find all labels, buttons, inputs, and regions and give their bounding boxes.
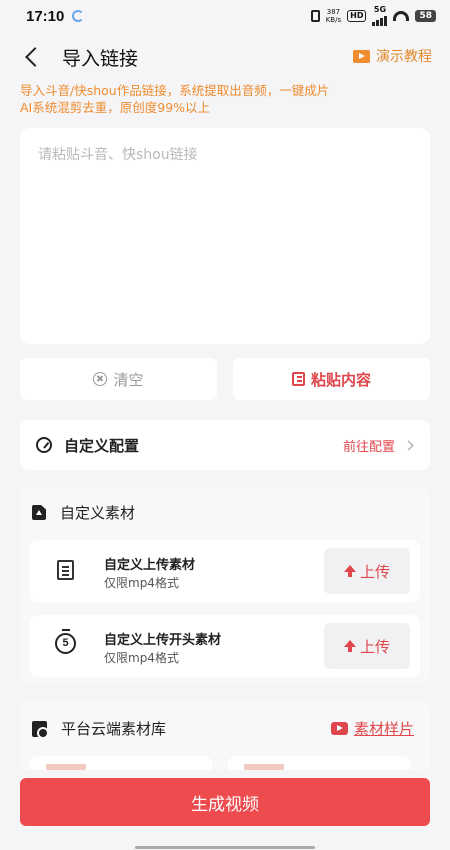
- library-item-thumbnail[interactable]: [228, 756, 410, 770]
- wifi-icon: [393, 11, 410, 21]
- tv-play-icon: [353, 49, 370, 63]
- header: 导入链接 演示教程: [0, 36, 450, 78]
- cloud-library-header: 平台云端素材库: [32, 718, 166, 739]
- go-config-link[interactable]: 前往配置: [342, 436, 414, 455]
- upload-material-row: 自定义上传素材 仅限mp4格式 上传: [30, 540, 420, 602]
- custom-config-row[interactable]: 自定义配置 前往配置: [20, 420, 430, 470]
- vibrate-icon: [310, 10, 320, 22]
- notice-line-1: 导入斗音/快shou作品链接，系统提取出音频，一键成片: [20, 83, 330, 98]
- demo-tutorial-label: 演示教程: [376, 49, 432, 65]
- demo-tutorial-link[interactable]: 演示教程: [353, 46, 432, 66]
- upload-arrow-icon: [343, 640, 356, 652]
- upload-label: 上传: [359, 562, 390, 581]
- gauge-icon: [36, 437, 52, 453]
- sample-video-link[interactable]: 素材样片: [330, 718, 414, 739]
- home-indicator[interactable]: [135, 846, 315, 849]
- sync-ring-icon: [72, 10, 85, 22]
- battery-icon: 58: [415, 10, 436, 22]
- sample-video-label: 素材样片: [353, 720, 414, 738]
- custom-config-label: 自定义配置: [64, 436, 140, 455]
- upload-label: 上传: [359, 637, 390, 656]
- network-speed: 387 KB/s: [326, 8, 341, 24]
- custom-material-section: 自定义素材 自定义上传素材 仅限mp4格式 上传 5 自定义上传开头素材 仅限m…: [20, 488, 430, 684]
- upload-opening-row: 5 自定义上传开头素材 仅限mp4格式 上传: [30, 615, 420, 677]
- paste-button[interactable]: 粘贴内容: [233, 358, 430, 400]
- status-time: 17:10: [26, 7, 65, 25]
- library-item-thumbnail[interactable]: [30, 756, 212, 770]
- back-button[interactable]: [18, 42, 48, 72]
- network-speed-value: 387: [326, 8, 341, 16]
- cloud-library-icon: [32, 720, 49, 739]
- upload-material-format: 仅限mp4格式: [104, 576, 179, 590]
- timer-5-icon: 5: [55, 629, 76, 654]
- upload-material-button[interactable]: 上传: [324, 548, 410, 594]
- clear-circle-icon: [93, 372, 108, 386]
- network-speed-unit: KB/s: [325, 16, 342, 24]
- paste-icon: [291, 372, 305, 386]
- hd-badge: HD: [347, 10, 367, 22]
- notice-text: 导入斗音/快shou作品链接，系统提取出音频，一键成片 AI系统混剪去重，原创度…: [20, 82, 430, 116]
- clear-button[interactable]: 清空: [20, 358, 217, 400]
- upload-opening-button[interactable]: 上传: [324, 623, 410, 669]
- upload-arrow-icon: [343, 565, 356, 577]
- custom-material-header: 自定义素材: [32, 502, 135, 523]
- status-indicators: 387 KB/s HD 5G 58: [310, 5, 436, 26]
- document-icon: [57, 560, 74, 580]
- notice-line-2: AI系统混剪去重，原创度99%以上: [20, 100, 211, 115]
- generate-video-button[interactable]: 生成视频: [20, 778, 430, 826]
- cloud-library-section: 平台云端素材库 素材样片: [20, 700, 430, 770]
- upload-opening-format: 仅限mp4格式: [104, 651, 179, 665]
- network-type: 5G: [372, 5, 388, 26]
- upload-opening-title: 自定义上传开头素材: [104, 633, 222, 648]
- chevron-right-icon: [403, 440, 414, 450]
- paste-label: 粘贴内容: [310, 370, 371, 389]
- upload-material-title: 自定义上传素材: [104, 558, 196, 573]
- link-input-box: [20, 128, 430, 344]
- link-input[interactable]: [38, 144, 412, 328]
- folder-upload-icon: [32, 505, 46, 520]
- video-play-icon: [330, 722, 348, 735]
- network-type-label: 5G: [373, 5, 387, 14]
- page-title: 导入链接: [62, 48, 139, 70]
- signal-bars-icon: [372, 14, 388, 26]
- clear-label: 清空: [113, 370, 144, 389]
- action-buttons: 清空 粘贴内容: [20, 358, 430, 400]
- bottom-bar: 生成视频: [0, 770, 450, 850]
- cloud-library-title: 平台云端素材库: [61, 720, 167, 738]
- status-bar: 17:10 387 KB/s HD 5G 58: [0, 0, 450, 32]
- custom-material-title: 自定义素材: [60, 504, 136, 522]
- go-config-label: 前往配置: [342, 439, 395, 455]
